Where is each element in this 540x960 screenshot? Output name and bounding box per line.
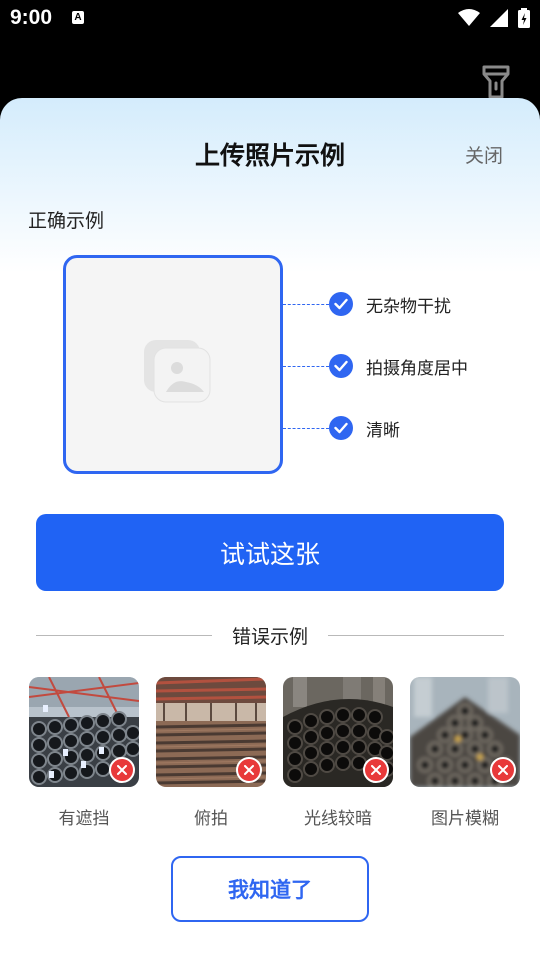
- status-time: 9:00: [10, 6, 53, 29]
- wrong-example-label: 图片模糊: [431, 809, 499, 829]
- wifi-icon: [458, 9, 480, 26]
- status-icons: [458, 7, 530, 29]
- status-bar: 9:00 A: [0, 0, 540, 36]
- wrong-section-title: 错误示例: [231, 626, 308, 648]
- battery-icon: [518, 8, 530, 28]
- check-row-no-clutter: 无杂物干扰: [283, 292, 451, 317]
- error-x-icon: [490, 757, 516, 783]
- check-row-centered: 拍摄角度居中: [283, 354, 468, 379]
- close-button[interactable]: 关闭: [465, 141, 503, 168]
- wrong-example-top-down: 俯拍: [156, 677, 266, 829]
- image-placeholder-icon: [144, 340, 211, 403]
- wrong-example-label: 有遮挡: [58, 809, 110, 829]
- check-label: 清晰: [366, 420, 400, 441]
- error-x-icon: [236, 757, 262, 783]
- wrong-example-dark: 光线较暗: [283, 677, 393, 829]
- try-this-button[interactable]: 试试这张: [36, 514, 504, 591]
- check-row-clear: 清晰: [283, 416, 400, 441]
- wrong-example-image: [410, 677, 520, 787]
- sheet-title: 上传照片示例: [194, 141, 345, 170]
- check-circle-icon: [329, 292, 353, 316]
- check-circle-icon: [329, 354, 353, 378]
- check-label: 拍摄角度居中: [366, 358, 468, 379]
- check-circle-icon: [329, 416, 353, 440]
- error-x-icon: [109, 757, 135, 783]
- check-label: 无杂物干扰: [366, 296, 451, 317]
- wrong-example-obstructed: 有遮挡: [29, 677, 139, 829]
- wrong-example-blurry: 图片模糊: [410, 677, 520, 829]
- upload-example-sheet: 上传照片示例 关闭 正确示例 无杂物干扰 拍摄角度居中 清晰 试试这张 错误示例: [0, 98, 540, 960]
- wrong-example-image: [156, 677, 266, 787]
- wrong-example-image: [29, 677, 139, 787]
- got-it-button[interactable]: 我知道了: [171, 856, 369, 922]
- wrong-example-label: 光线较暗: [304, 809, 372, 829]
- signal-icon: [490, 9, 508, 27]
- wrong-example-image: [283, 677, 393, 787]
- error-x-icon: [363, 757, 389, 783]
- wrong-example-label: 俯拍: [194, 809, 228, 829]
- notification-app-icon: A: [72, 11, 84, 24]
- correct-sample-image[interactable]: [63, 255, 283, 474]
- correct-section-title: 正确示例: [28, 210, 105, 232]
